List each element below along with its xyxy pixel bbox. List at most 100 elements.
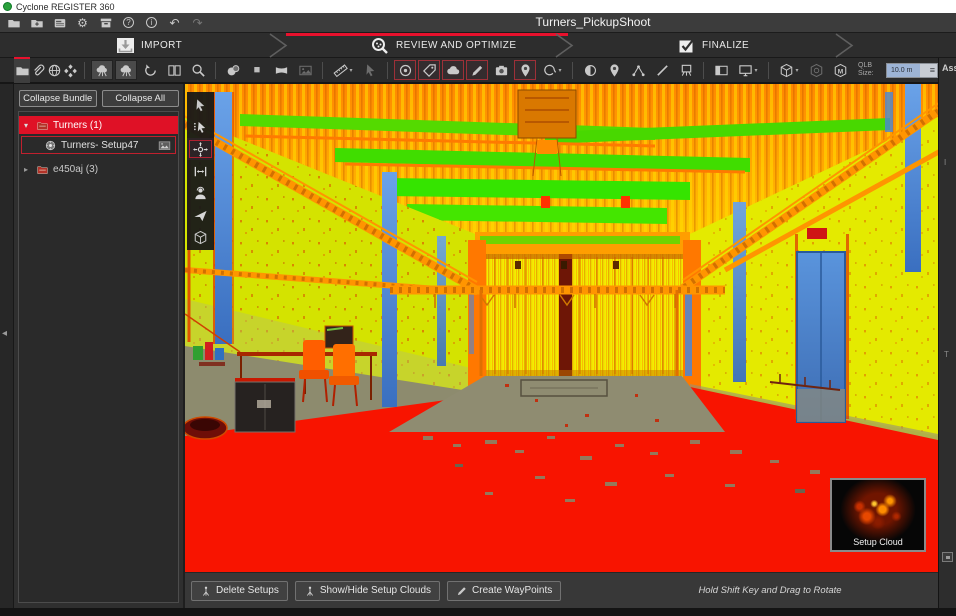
person-view-icon[interactable] (187, 182, 214, 204)
cube-orbit-icon[interactable] (805, 60, 827, 80)
project-sidebar: Collapse Bundle Collapse All ▾ Turners (… (14, 84, 183, 608)
bundle-icon (36, 119, 49, 132)
tree-row-turners-setup47[interactable]: Turners- Setup47 (21, 136, 176, 154)
delete-setups-button[interactable]: Delete Setups (191, 580, 288, 601)
bundle-globe-tab-icon[interactable] (47, 57, 63, 83)
about-info-icon[interactable]: i (144, 15, 159, 30)
workflow-chevron (555, 33, 574, 58)
pick-points-cursor-icon[interactable] (187, 116, 214, 138)
setup-image-icon[interactable] (158, 139, 171, 152)
tree-row-turners-bundle[interactable]: ▾ Turners (1) (19, 116, 178, 134)
workflow-chevron (835, 33, 854, 58)
zoom-magnifier-icon[interactable] (187, 60, 209, 80)
qlb-size-label: QLB Size: (858, 61, 874, 77)
project-title: Turners_PickupShoot (535, 15, 651, 29)
tab-import[interactable]: IMPORT (116, 33, 182, 58)
cube-3d-icon[interactable] (187, 226, 214, 248)
qlb-slider-grip-icon[interactable]: ≡ (930, 65, 937, 75)
project-card-icon[interactable] (52, 15, 67, 30)
survey-clipboard-icon[interactable] (675, 60, 697, 80)
help-icon[interactable]: ? (121, 15, 136, 30)
collapsed-caret-icon[interactable]: ▸ (24, 165, 32, 174)
point-cloud-viewport[interactable]: Setup Cloud (185, 84, 938, 572)
assets-panel-clipped-label: I (944, 158, 947, 167)
cube-measure-icon[interactable] (829, 60, 851, 80)
fill-square-icon[interactable]: ■ (246, 60, 268, 80)
panorama-view-icon[interactable] (270, 60, 292, 80)
tree-label: e450aj (3) (53, 163, 99, 175)
create-waypoints-button[interactable]: Create WayPoints (447, 580, 562, 601)
bundle-tree-panel: ▾ Turners (1) Turners- Setup47 ▸ e450aj … (18, 111, 179, 603)
window-titlebar: Cyclone REGISTER 360 (0, 0, 956, 13)
button-label: Create WayPoints (472, 585, 553, 596)
cyclone-logo-icon (3, 2, 12, 11)
archive-box-icon[interactable] (98, 15, 113, 30)
add-tag-icon[interactable] (418, 60, 440, 80)
waypoint-pin-icon[interactable] (603, 60, 625, 80)
qlb-size-slider[interactable]: 10.0 m ≡ (886, 62, 938, 78)
finalize-check-icon (679, 39, 694, 52)
pick-cursor-icon[interactable] (359, 60, 381, 80)
tab-finalize[interactable]: FINALIZE (678, 33, 749, 58)
image-view-icon[interactable] (294, 60, 316, 80)
bundle-icon (36, 163, 49, 176)
rotate-hint-text: Hold Shift Key and Drag to Rotate (698, 585, 842, 596)
monitor-view-icon[interactable]: ▾ (734, 60, 762, 80)
assets-panel-clipped: Ass I T (938, 58, 956, 608)
setup-marker-icon (200, 585, 212, 597)
measure-tool-icon[interactable]: ▾ (329, 60, 357, 80)
tab-review-label: REVIEW AND OPTIMIZE (396, 40, 517, 51)
fly-through-icon[interactable] (187, 204, 214, 226)
project-folder-tab-icon[interactable] (14, 57, 31, 83)
qlb-size-control: QLB Size: 10.0 m ≡ (858, 62, 938, 78)
cube-view-icon[interactable]: ▾ (775, 60, 803, 80)
collapse-bundle-button[interactable]: Collapse Bundle (19, 90, 97, 107)
redo-icon[interactable]: ↷ (190, 15, 205, 30)
add-cloud-icon[interactable] (442, 60, 464, 80)
expanded-caret-icon[interactable]: ▾ (24, 121, 32, 130)
review-magnifier-icon (372, 37, 388, 54)
open-project-icon[interactable] (6, 15, 21, 30)
assets-panel-title: Ass (942, 63, 956, 73)
collapse-all-button[interactable]: Collapse All (101, 90, 179, 107)
import-project-icon[interactable] (29, 15, 44, 30)
settings-gear-icon[interactable]: ⚙ (75, 15, 90, 30)
setup-marker-icon (304, 585, 316, 597)
import-tray-icon (117, 38, 134, 53)
measure-distance-icon[interactable] (187, 160, 214, 182)
links-paperclip-tab-icon[interactable] (30, 57, 46, 83)
undo-icon[interactable]: ↶ (167, 15, 182, 30)
add-target-icon[interactable] (394, 60, 416, 80)
cluster-tab-icon[interactable] (63, 57, 79, 83)
pan-view-icon[interactable] (187, 138, 214, 160)
setup-station-icon (44, 139, 57, 152)
panel-expand-button[interactable] (942, 552, 953, 562)
side-panel-icon[interactable] (710, 60, 732, 80)
traverse-graph-icon[interactable] (627, 60, 649, 80)
rotate-view-icon[interactable] (139, 60, 161, 80)
tree-label: Turners- Setup47 (61, 139, 139, 151)
show-hide-setup-clouds-button[interactable]: Show/Hide Setup Clouds (294, 580, 441, 601)
tools-toolbar: ■ ▾ ▾ ▾ ▾ QLB Size: 10.0 m ≡ (0, 57, 938, 84)
add-image-icon[interactable] (490, 60, 512, 80)
collapse-sidebar-arrow-icon[interactable]: ◂ (2, 328, 7, 339)
blend-circles-icon[interactable] (222, 60, 244, 80)
add-geotag-icon[interactable] (514, 60, 536, 80)
split-panels-icon[interactable] (163, 60, 185, 80)
setup-cloud-inset[interactable]: Setup Cloud (830, 478, 926, 552)
setup-cloud-toggle-b-icon[interactable] (115, 60, 137, 80)
annotation-swirl-icon[interactable]: ▾ (538, 60, 566, 80)
viewport-nav-toolbar (187, 92, 214, 250)
tab-finalize-label: FINALIZE (702, 40, 750, 51)
select-cursor-icon[interactable] (187, 94, 214, 116)
add-link-icon[interactable] (466, 60, 488, 80)
setup-cloud-toggle-a-icon[interactable] (91, 60, 113, 80)
map-globe-icon[interactable] (579, 60, 601, 80)
tab-review-and-optimize[interactable]: REVIEW AND OPTIMIZE (370, 33, 516, 58)
tree-row-e450aj-bundle[interactable]: ▸ e450aj (3) (19, 160, 178, 178)
sidebar-collapse-rail: ◂ (0, 84, 14, 608)
scene-back-door (468, 240, 701, 392)
draw-line-icon[interactable] (651, 60, 673, 80)
workflow-bar: IMPORT REVIEW AND OPTIMIZE FINALIZE (0, 33, 956, 58)
window-bottom-edge (0, 608, 956, 616)
